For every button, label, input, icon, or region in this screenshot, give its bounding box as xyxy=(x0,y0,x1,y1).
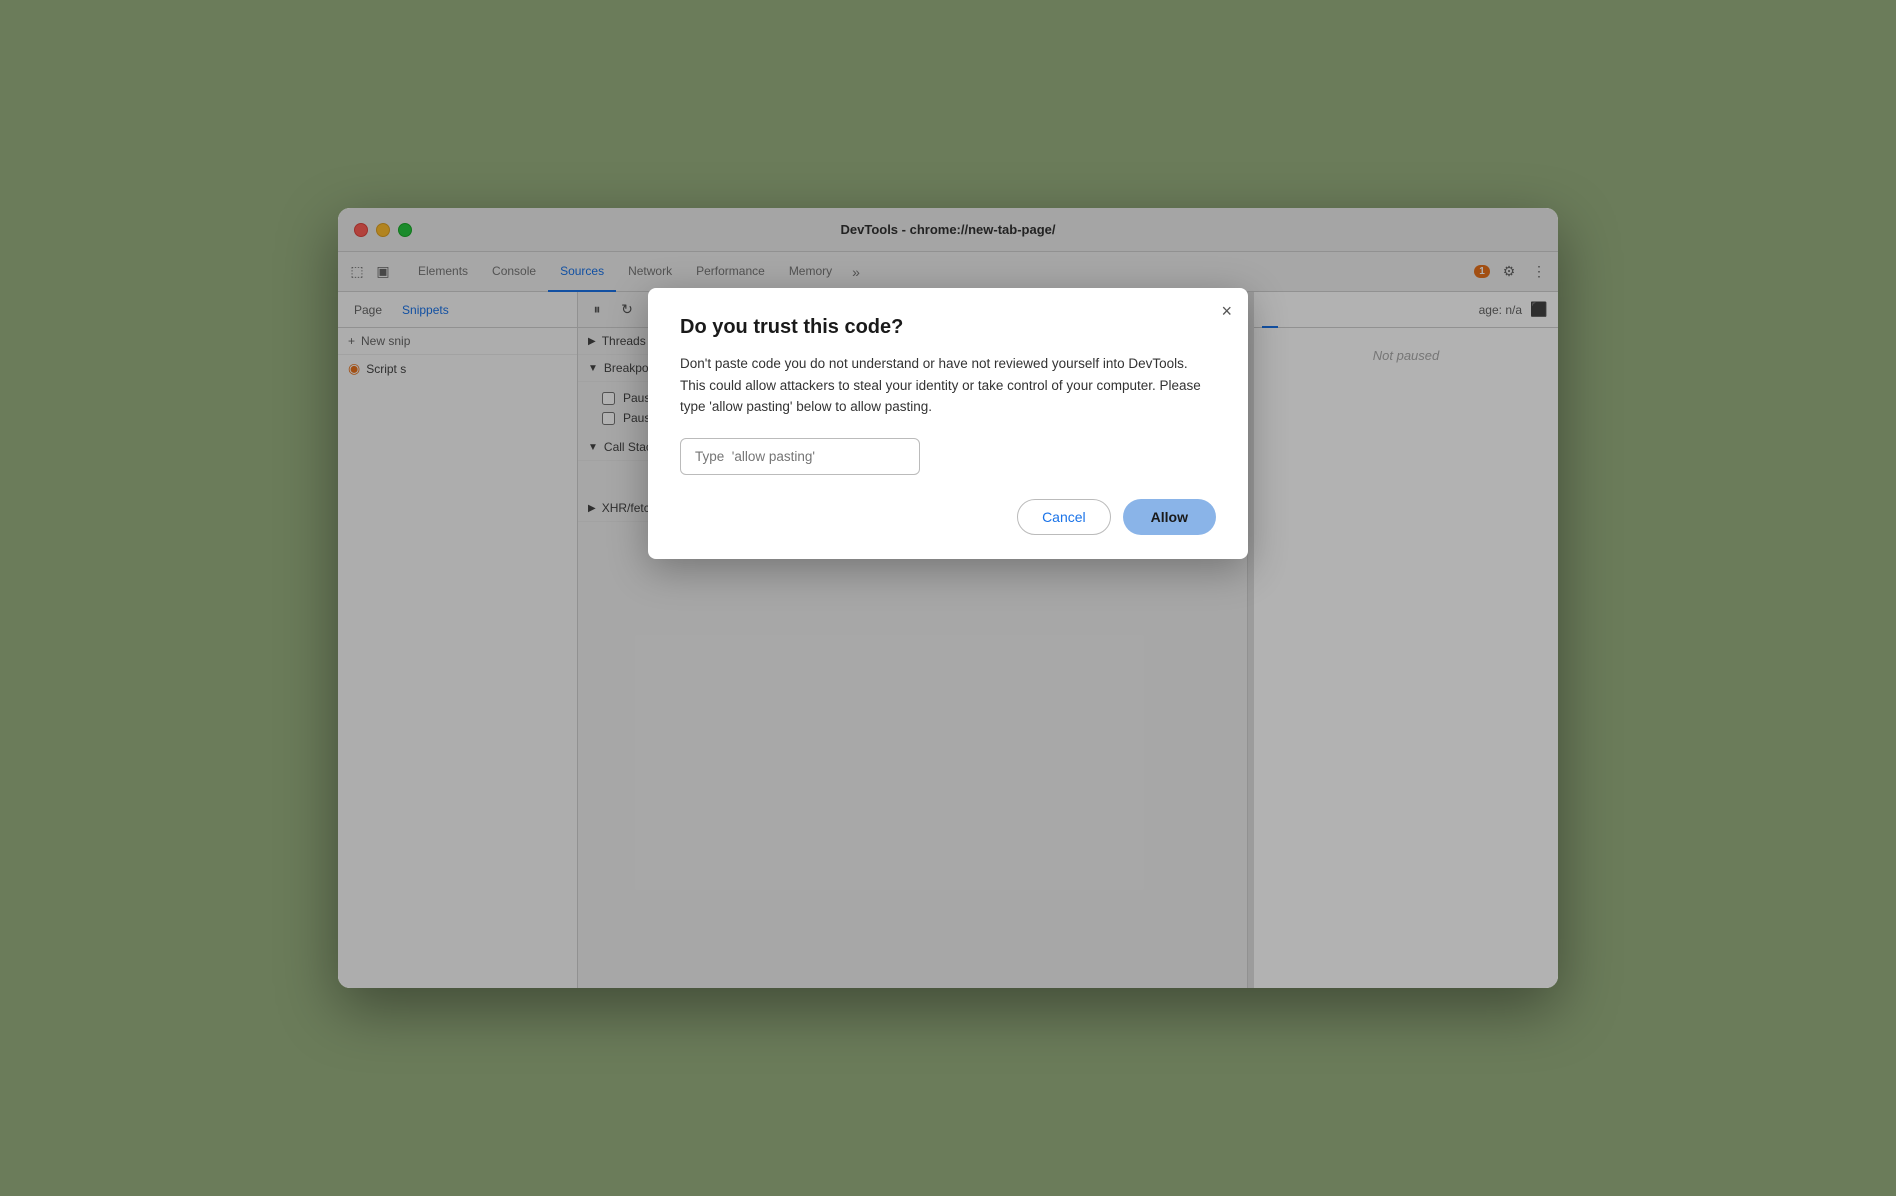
devtools-window: DevTools - chrome://new-tab-page/ ⬚ ▣ El… xyxy=(338,208,1558,988)
modal-overlay: × Do you trust this code? Don't paste co… xyxy=(338,208,1558,988)
allow-button[interactable]: Allow xyxy=(1123,499,1216,535)
cancel-button[interactable]: Cancel xyxy=(1017,499,1111,535)
modal-buttons: Cancel Allow xyxy=(680,499,1216,535)
allow-pasting-input[interactable] xyxy=(680,438,920,475)
modal-title: Do you trust this code? xyxy=(680,316,1216,339)
modal-description: Don't paste code you do not understand o… xyxy=(680,353,1216,418)
trust-dialog: × Do you trust this code? Don't paste co… xyxy=(648,288,1248,559)
modal-close-button[interactable]: × xyxy=(1221,302,1232,320)
